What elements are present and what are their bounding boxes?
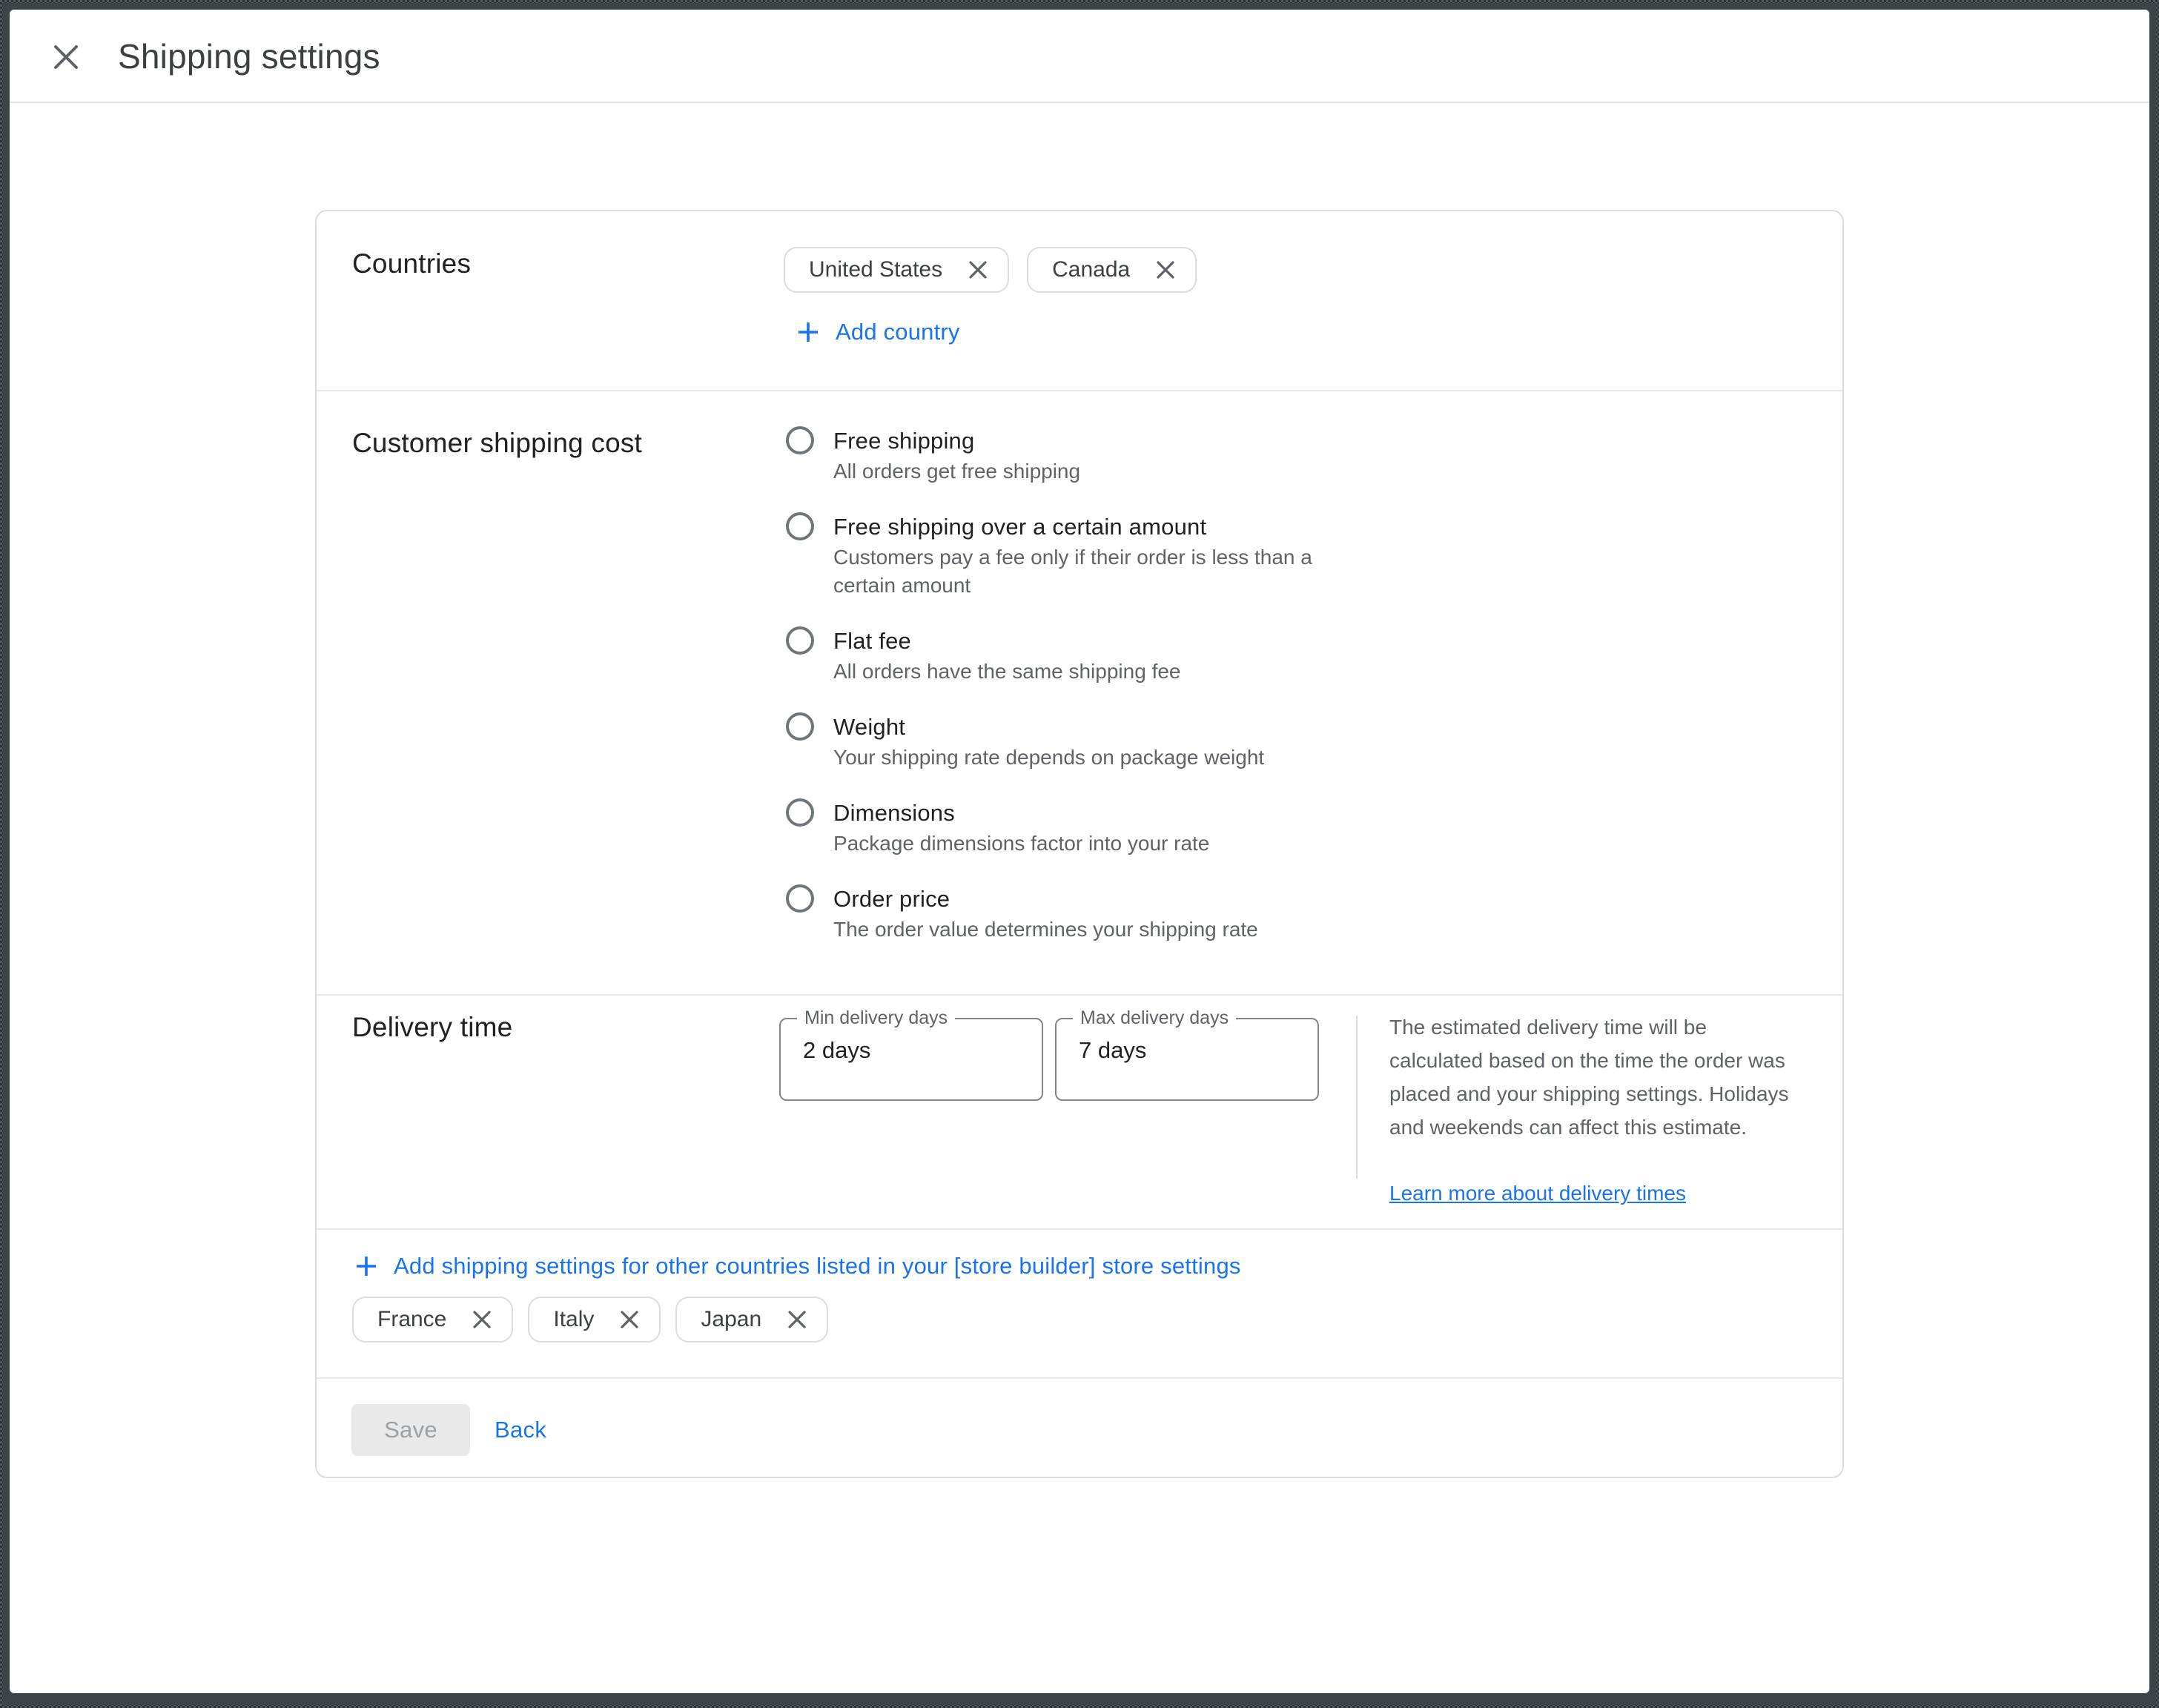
chip-label: France xyxy=(377,1307,446,1332)
countries-chip-row: United States Canada xyxy=(784,247,1197,293)
radio-button[interactable] xyxy=(786,512,814,540)
option-dimensions[interactable]: Dimensions Package dimensions factor int… xyxy=(786,797,1319,858)
max-delivery-days-field[interactable]: Max delivery days 7 days xyxy=(1055,1018,1319,1101)
country-chip-france[interactable]: France xyxy=(352,1297,513,1343)
option-title: Free shipping xyxy=(833,425,1080,457)
option-free-shipping[interactable]: Free shipping All orders get free shippi… xyxy=(786,425,1319,486)
chip-remove-icon[interactable] xyxy=(1155,259,1176,280)
plus-icon xyxy=(355,1255,377,1277)
option-text: Weight Your shipping rate depends on pac… xyxy=(833,711,1264,772)
option-title: Dimensions xyxy=(833,797,1209,830)
close-x-icon xyxy=(619,1309,640,1330)
field-label: Max delivery days xyxy=(1073,1007,1236,1029)
shipping-settings-card: Countries United States Canada xyxy=(315,210,1844,1478)
divider xyxy=(317,1228,1842,1230)
option-text: Dimensions Package dimensions factor int… xyxy=(833,797,1209,858)
learn-more-link[interactable]: Learn more about delivery times xyxy=(1389,1176,1686,1210)
close-x-icon xyxy=(968,259,988,280)
field-label: Min delivery days xyxy=(797,1007,955,1029)
option-text: Free shipping over a certain amount Cust… xyxy=(833,511,1319,600)
option-description: Package dimensions factor into your rate xyxy=(833,830,1209,858)
close-x-icon xyxy=(1155,259,1176,280)
delivery-info-text: The estimated delivery time will be calc… xyxy=(1389,1016,1789,1139)
divider xyxy=(317,390,1842,391)
option-free-shipping-over-amount[interactable]: Free shipping over a certain amount Cust… xyxy=(786,511,1319,600)
option-title: Weight xyxy=(833,711,1264,744)
min-delivery-days-field[interactable]: Min delivery days 2 days xyxy=(779,1018,1043,1101)
country-chip-japan[interactable]: Japan xyxy=(675,1297,828,1343)
divider xyxy=(317,994,1842,996)
chip-label: Italy xyxy=(553,1307,594,1332)
field-value: 7 days xyxy=(1079,1037,1146,1064)
add-other-countries-button[interactable]: Add shipping settings for other countrie… xyxy=(355,1249,1241,1283)
option-title: Order price xyxy=(833,883,1258,916)
option-description: All orders have the same shipping fee xyxy=(833,658,1181,686)
save-button[interactable]: Save xyxy=(351,1404,470,1456)
divider xyxy=(317,1377,1842,1379)
other-countries-chip-row: France Italy Japan xyxy=(352,1297,828,1343)
back-button[interactable]: Back xyxy=(495,1404,546,1456)
radio-button[interactable] xyxy=(786,712,814,741)
add-country-button[interactable]: Add country xyxy=(797,315,960,349)
country-chip-italy[interactable]: Italy xyxy=(528,1297,661,1343)
close-x-icon xyxy=(52,43,80,71)
vertical-divider xyxy=(1356,1016,1358,1179)
customer-shipping-cost-label: Customer shipping cost xyxy=(352,428,642,459)
option-description: Customers pay a fee only if their order … xyxy=(833,543,1319,600)
dialog-header: Shipping settings xyxy=(10,10,2149,103)
shipping-settings-dialog: Shipping settings Countries United State… xyxy=(10,10,2149,1693)
chip-remove-icon[interactable] xyxy=(472,1309,492,1330)
radio-button[interactable] xyxy=(786,426,814,454)
field-value: 2 days xyxy=(803,1037,870,1064)
option-order-price[interactable]: Order price The order value determines y… xyxy=(786,883,1319,944)
chip-remove-icon[interactable] xyxy=(619,1309,640,1330)
option-flat-fee[interactable]: Flat fee All orders have the same shippi… xyxy=(786,625,1319,686)
delivery-time-label: Delivery time xyxy=(352,1012,512,1043)
chip-remove-icon[interactable] xyxy=(787,1309,807,1330)
plus-icon xyxy=(797,321,819,343)
option-description: All orders get free shipping xyxy=(833,457,1080,486)
delivery-time-info: The estimated delivery time will be calc… xyxy=(1389,1010,1805,1210)
close-x-icon xyxy=(472,1309,492,1330)
add-other-countries-label: Add shipping settings for other countrie… xyxy=(394,1253,1241,1280)
option-text: Free shipping All orders get free shippi… xyxy=(833,425,1080,486)
chip-label: Canada xyxy=(1052,257,1130,282)
chip-remove-icon[interactable] xyxy=(968,259,988,280)
chip-label: United States xyxy=(809,257,942,282)
option-text: Flat fee All orders have the same shippi… xyxy=(833,625,1181,686)
radio-button[interactable] xyxy=(786,626,814,655)
option-description: The order value determines your shipping… xyxy=(833,916,1258,944)
option-weight[interactable]: Weight Your shipping rate depends on pac… xyxy=(786,711,1319,772)
countries-label: Countries xyxy=(352,248,471,279)
page-title: Shipping settings xyxy=(118,10,380,103)
chip-label: Japan xyxy=(701,1307,761,1332)
radio-button[interactable] xyxy=(786,884,814,913)
add-country-label: Add country xyxy=(836,319,960,345)
shipping-cost-options: Free shipping All orders get free shippi… xyxy=(786,425,1319,944)
option-title: Free shipping over a certain amount xyxy=(833,511,1319,543)
radio-button[interactable] xyxy=(786,798,814,827)
option-title: Flat fee xyxy=(833,625,1181,658)
country-chip-canada[interactable]: Canada xyxy=(1027,247,1197,293)
close-icon[interactable] xyxy=(51,42,81,72)
option-description: Your shipping rate depends on package we… xyxy=(833,744,1264,772)
option-text: Order price The order value determines y… xyxy=(833,883,1258,944)
close-x-icon xyxy=(787,1309,807,1330)
country-chip-united-states[interactable]: United States xyxy=(784,247,1009,293)
